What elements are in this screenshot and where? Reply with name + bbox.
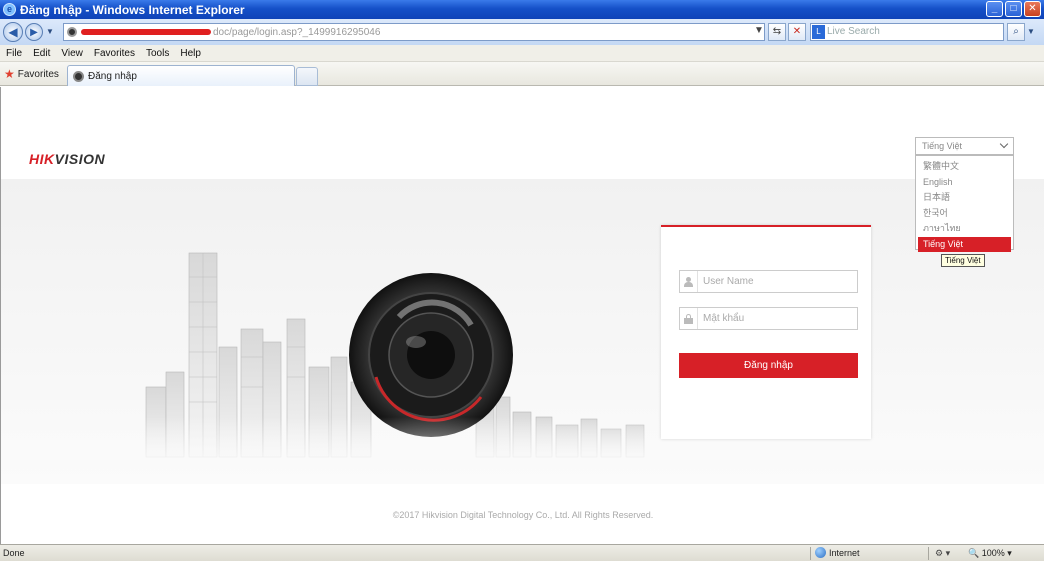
language-option[interactable]: 繁體中文 [918, 159, 1011, 175]
stop-icon: ✕ [792, 26, 802, 37]
login-panel: User Name Mật khẩu Đăng nhập [661, 225, 871, 439]
language-option[interactable]: English [918, 175, 1011, 191]
user-icon [680, 271, 698, 292]
menu-view[interactable]: View [61, 48, 83, 59]
ie-logo-icon: e [3, 3, 16, 16]
new-tab-button[interactable] [296, 67, 318, 86]
redacted-host [81, 29, 211, 35]
address-field[interactable]: doc/page/login.asp?_1499916295046 [63, 23, 765, 41]
copyright-footer: ©2017 Hikvision Digital Technology Co., … [392, 510, 654, 520]
language-option[interactable]: ภาษาไทย [918, 221, 1011, 237]
live-search-icon: L [812, 25, 825, 39]
menu-favorites[interactable]: Favorites [94, 48, 135, 59]
page-content: HIKVISION Tiếng Việt 繁體中文 English 日本語 한국… [0, 87, 1044, 544]
security-zone[interactable]: Internet [815, 547, 860, 558]
logo-red-part: HIK [29, 151, 55, 167]
favorites-bar: ★ Favorites Đăng nhập [0, 62, 1044, 86]
globe-icon [815, 547, 826, 558]
window-titlebar: e Đăng nhập - Windows Internet Explorer … [0, 0, 1044, 19]
menu-file[interactable]: File [6, 48, 22, 59]
language-selected: Tiếng Việt [922, 141, 963, 151]
menu-bar: File Edit View Favorites Tools Help [0, 45, 1044, 62]
star-icon: ★ [4, 67, 15, 81]
site-favicon [67, 27, 77, 37]
language-select[interactable]: Tiếng Việt [915, 137, 1014, 155]
address-dropdown-icon[interactable]: ▼ [751, 23, 767, 41]
window-title: Đăng nhập - Windows Internet Explorer [20, 2, 245, 17]
zoom-value: 100% [981, 548, 1005, 558]
address-text: doc/page/login.asp?_1499916295046 [213, 26, 381, 38]
menu-help[interactable]: Help [180, 48, 201, 59]
status-divider [928, 547, 929, 560]
back-button[interactable]: ◀ [3, 22, 23, 42]
status-divider [810, 547, 811, 560]
menu-tools[interactable]: Tools [146, 48, 169, 59]
login-button[interactable]: Đăng nhập [679, 353, 858, 378]
minimize-button[interactable]: _ [986, 1, 1003, 17]
language-option[interactable]: 한국어 [918, 206, 1011, 222]
search-button[interactable]: ⌕ [1007, 23, 1025, 41]
password-placeholder: Mật khẩu [703, 313, 745, 324]
stop-button[interactable]: ✕ [788, 23, 806, 41]
status-text: Done [3, 548, 25, 558]
username-placeholder: User Name [703, 276, 754, 287]
language-tooltip: Tiếng Việt [941, 254, 985, 267]
language-option-selected[interactable]: Tiếng Việt [918, 236, 1011, 252]
language-option[interactable]: 日本語 [918, 190, 1011, 206]
window-controls: _ □ ✕ [986, 1, 1041, 17]
language-dropdown: 繁體中文 English 日本語 한국어 ภาษาไทย Tiếng Việt [915, 155, 1014, 252]
back-icon: ◀ [8, 25, 18, 39]
navigation-bar: ◀ ▶ ▼ doc/page/login.asp?_1499916295046 … [0, 19, 1044, 45]
password-input[interactable]: Mật khẩu [679, 307, 858, 330]
forward-button[interactable]: ▶ [25, 23, 43, 41]
tab-favicon [73, 70, 84, 82]
zoom-level[interactable]: 🔍 100% ▾ [968, 548, 1012, 559]
city-camera-illustration [141, 252, 661, 467]
username-input[interactable]: User Name [679, 270, 858, 293]
hikvision-logo: HIKVISION [29, 151, 105, 167]
search-placeholder: Live Search [827, 26, 880, 37]
close-button[interactable]: ✕ [1024, 1, 1041, 17]
forward-icon: ▶ [30, 27, 38, 38]
search-input[interactable]: L Live Search [810, 23, 1004, 41]
refresh-icon: ⇆ [772, 26, 782, 37]
protected-mode-icon[interactable]: ⚙ ▾ [935, 548, 950, 559]
tab-title: Đăng nhập [88, 70, 137, 82]
chevron-down-icon [999, 139, 1009, 149]
favorites-label: Favorites [17, 68, 59, 80]
lock-icon [680, 308, 698, 329]
tab-login[interactable]: Đăng nhập [67, 65, 295, 86]
menu-edit[interactable]: Edit [33, 48, 50, 59]
history-dropdown-icon[interactable]: ▼ [46, 27, 54, 36]
favorites-button[interactable]: ★ Favorites [4, 67, 59, 81]
refresh-button[interactable]: ⇆ [768, 23, 786, 41]
status-bar: Done Internet ⚙ ▾ 🔍 100% ▾ [0, 544, 1044, 561]
maximize-button[interactable]: □ [1005, 1, 1022, 17]
search-icon: ⌕ [1013, 26, 1019, 37]
zone-label: Internet [829, 547, 860, 558]
logo-rest-part: VISION [54, 151, 106, 167]
search-options-icon[interactable]: ▼ [1027, 27, 1035, 36]
